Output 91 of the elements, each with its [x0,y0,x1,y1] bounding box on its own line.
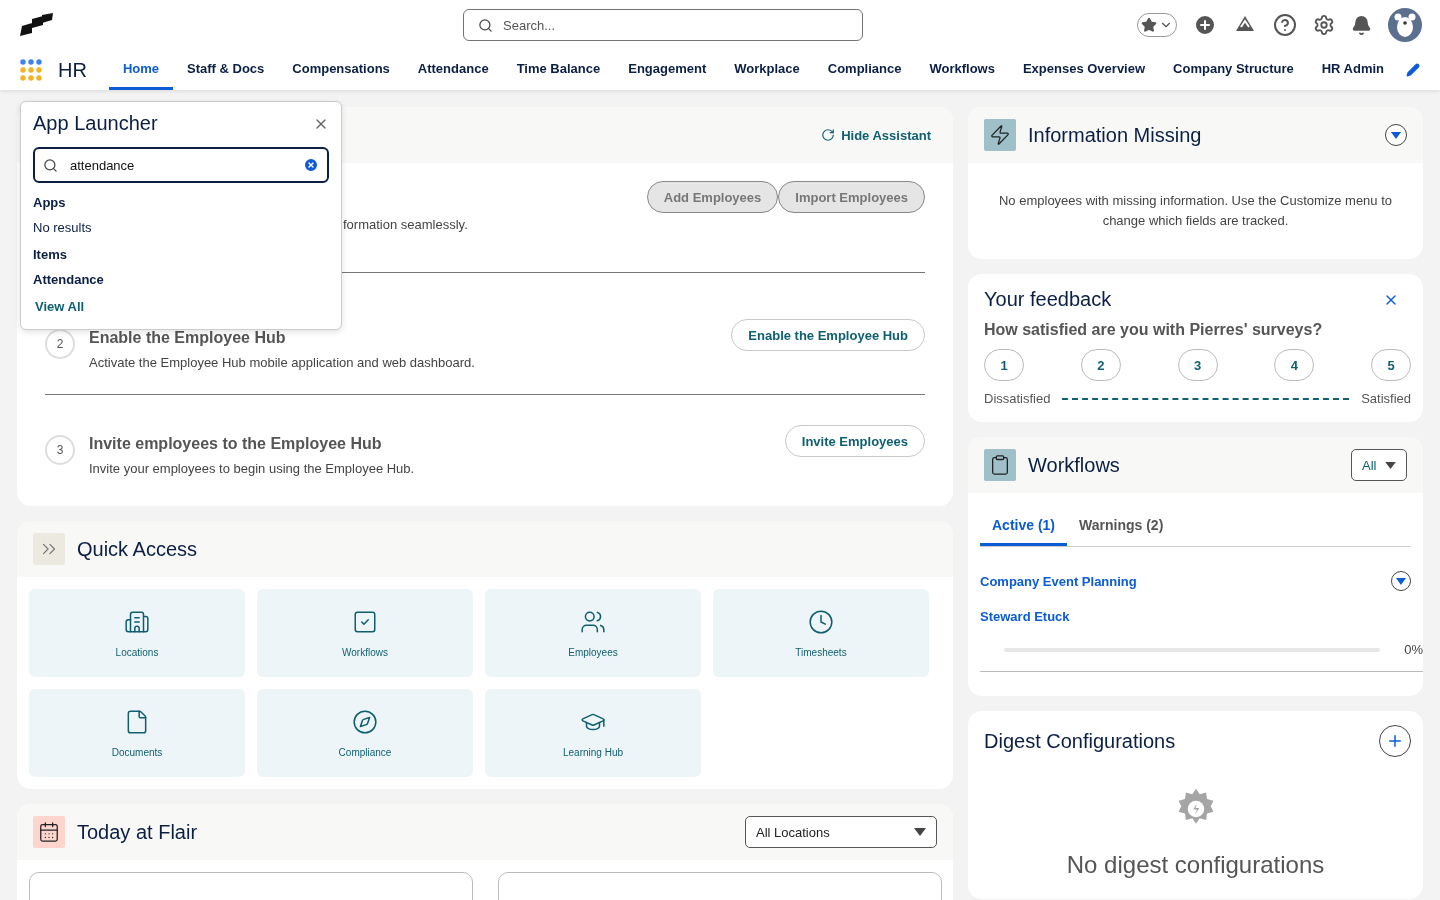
app-launcher-icon[interactable] [20,59,42,81]
launcher-item[interactable]: Attendance [33,272,329,287]
step-number: 3 [45,435,75,465]
rating-button[interactable]: 2 [1080,349,1121,381]
location-select[interactable]: All Locations [745,816,937,848]
dropdown-button[interactable] [1391,571,1411,591]
nav-tab[interactable]: Workflows [915,50,1009,90]
caret-icon [1391,131,1401,139]
step-button[interactable]: Enable the Employee Hub [731,319,925,351]
nav-tab[interactable]: Compliance [813,50,916,90]
step-title: Enable the Employee Hub [89,329,287,347]
step-title: Invite employees to the Employee Hub [89,435,383,453]
nav-tab[interactable]: Home [108,50,173,90]
card-title: Workflows [1028,453,1120,477]
workflow-link[interactable]: Company Event Planning [980,573,1137,589]
info-message: No employees with missing information. Use the Customize menu to change which fields are tracked. [997,192,1394,230]
nav-tab[interactable]: Attendance [403,50,503,90]
pencil-icon [1406,63,1420,77]
card-title: Your feedback [984,288,1112,311]
notifications-button[interactable] [1351,14,1372,36]
filter-select[interactable]: All [1351,449,1407,481]
hide-assistant-button[interactable]: Hide Assistant [815,126,937,144]
rating-button[interactable]: 4 [1274,349,1315,381]
app-name: HR [58,58,87,82]
refresh-icon [821,128,836,142]
popover-title: App Launcher [33,112,158,135]
clear-icon[interactable] [303,157,319,173]
building-icon [124,608,150,635]
section-heading: Apps [33,195,67,210]
progress-reading: 0% [1404,642,1423,657]
empty-message: No digest configurations [1066,851,1325,879]
card-title: Digest Configurations [984,729,1176,753]
quick-access-tile[interactable]: Workflows [257,589,473,677]
assignee-link[interactable]: Steward Etuck [980,609,1411,624]
rating-button[interactable]: 5 [1371,349,1411,381]
dropdown-button[interactable] [1385,124,1407,146]
search-icon [478,17,493,33]
quick-access-tile[interactable]: Employees [485,589,701,677]
star-icon [1141,17,1157,33]
help-button[interactable] [1273,13,1297,37]
section-heading: Items [33,247,68,262]
step-description: Activate the Employee Hub mobile application and web dashboard. [89,355,476,370]
survey-question: How satisfied are you with Pierres' surveys? [984,321,1324,339]
step-description: Invite your employees to begin using the Employee Hub. [89,461,416,476]
scale-label: Dissatisfied [984,391,1051,406]
nav-tab[interactable]: Company Structure [1159,50,1308,90]
quick-access-tile[interactable]: Learning Hub [485,689,701,777]
card-title: Information Missing [1028,123,1202,147]
settings-button[interactable] [1313,14,1335,36]
nav-tab[interactable]: Time Balance [502,50,615,90]
help-icon [1273,13,1297,37]
settings-icon [1313,14,1335,36]
quick-access-tile[interactable]: Documents [29,689,245,777]
search-icon [43,157,58,173]
workflow-tab[interactable]: Warnings (2) [1067,509,1176,546]
step-button[interactable]: Invite Employees [784,425,925,457]
card-title: Today at Flair [77,820,198,844]
caret-icon [1396,577,1406,585]
quick-access-tile[interactable]: Locations [29,589,245,677]
checkbox-icon [352,608,378,635]
nav-tab[interactable]: Engagement [614,50,721,90]
nav-tab[interactable]: HR Admin [1307,50,1399,90]
launcher-search-box[interactable]: attendance [33,147,329,183]
nav-tab[interactable]: Staff & Docs [173,50,279,90]
clock-icon [808,608,834,635]
rating-button[interactable]: 3 [1177,349,1218,381]
search-field[interactable]: Search... [501,16,848,34]
card-title: Quick Access [77,537,198,561]
view-all-link[interactable]: View All [35,299,327,314]
workflow-tab[interactable]: Active (1) [980,509,1068,546]
quick-access-tile[interactable]: Compliance [257,689,473,777]
quick-access-tile[interactable]: Timesheets [713,589,929,677]
caret-icon [1385,461,1396,469]
rating-button[interactable]: 1 [984,349,1024,381]
add-button[interactable] [1379,725,1411,757]
nav-tab[interactable]: Compensations [278,50,404,90]
bear-icon [1394,13,1416,37]
nav-tab[interactable]: Workplace [720,50,814,90]
plus-icon [1386,732,1404,750]
avatar[interactable] [1388,8,1422,42]
step-description: formation seamlessly. [343,217,469,232]
nav-tab[interactable]: Expenses Overview [1008,50,1160,90]
bell-icon [1351,14,1372,36]
caret-icon [914,828,926,836]
plus-icon [1193,13,1217,37]
logo-icon[interactable] [18,13,54,37]
scale-label: Satisfied [1361,391,1411,406]
no-results-text: No results [33,220,93,235]
compass-icon [352,708,378,735]
edit-nav-button[interactable] [1406,63,1420,77]
search-box[interactable]: Search... [463,9,863,41]
